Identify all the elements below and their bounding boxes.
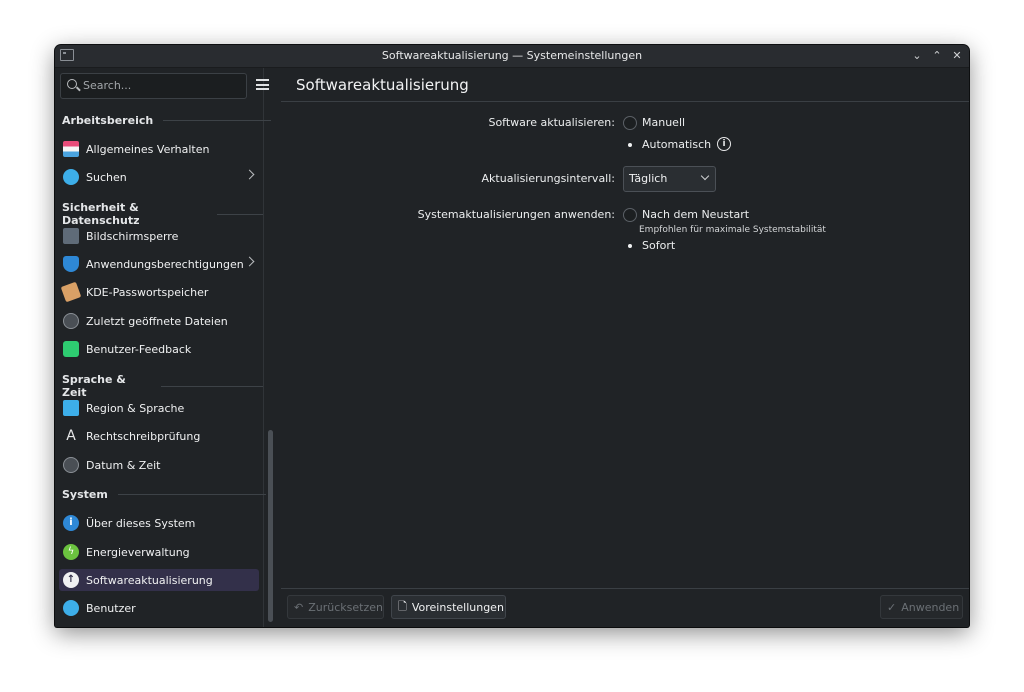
apply-updates-label: Systemaktualisierungen anwenden:: [417, 208, 615, 221]
sidebar-item-label: Region & Sprache: [86, 401, 185, 415]
sidebar-item-power[interactable]: ϟ Energieverwaltung: [59, 541, 259, 563]
clock-icon: [63, 313, 79, 329]
section-security: Sicherheit & Datenschutz: [62, 201, 263, 227]
sidebar-item-screen-lock[interactable]: Bildschirmsperre: [59, 225, 259, 247]
sidebar-item-label: Anwendungsberechtigungen: [86, 257, 244, 271]
section-divider: [117, 494, 266, 495]
title-divider: [281, 101, 969, 102]
radio-manual[interactable]: [623, 116, 637, 130]
sidebar-item-label: Bildschirmsperre: [86, 229, 179, 243]
reset-button-label: Zurücksetzen: [308, 600, 383, 614]
feedback-icon: [63, 341, 79, 357]
after-reboot-hint: Empfohlen für maximale Systemstabilität: [639, 225, 826, 235]
interval-label: Aktualisierungsintervall:: [481, 172, 615, 185]
update-icon: ↑: [63, 572, 79, 588]
general-behavior-icon: [63, 141, 79, 157]
search-app-icon: [63, 169, 79, 185]
search-input[interactable]: [83, 77, 233, 93]
undo-icon: ↶: [294, 600, 304, 614]
minimize-icon[interactable]: ⌄: [909, 48, 925, 64]
maximize-icon[interactable]: ⌃: [929, 48, 945, 64]
sidebar-item-search[interactable]: Suchen: [59, 166, 259, 188]
section-system: System: [62, 488, 266, 501]
sidebar-scrollbar[interactable]: [268, 430, 273, 622]
sidebar-item-label: Zuletzt geöffnete Dateien: [86, 314, 228, 328]
option-after-reboot[interactable]: Nach dem Neustart: [642, 208, 749, 221]
radio-automatic-selected[interactable]: [628, 143, 632, 147]
chevron-right-icon: [244, 256, 255, 267]
interval-value: Täglich: [629, 172, 668, 185]
section-divider: [160, 385, 263, 387]
sidebar-item-users[interactable]: Benutzer: [59, 597, 259, 619]
sidebar-item-about-system[interactable]: i Über dieses System: [59, 512, 259, 534]
document-icon: 🗋: [398, 599, 407, 613]
sidebar-item-user-feedback[interactable]: Benutzer-Feedback: [59, 338, 259, 360]
screen-lock-icon: [63, 228, 79, 244]
sidebar-item-label: KDE-Passwortspeicher: [86, 285, 209, 299]
sidebar-item-label: Über dieses System: [86, 516, 196, 530]
sidebar-item-label: Datum & Zeit: [86, 458, 161, 472]
chevron-right-icon: [244, 169, 255, 180]
defaults-button-label: Voreinstellungen: [411, 600, 504, 614]
radio-after-reboot[interactable]: [623, 208, 637, 222]
section-divider: [163, 120, 272, 121]
sidebar-item-region[interactable]: Region & Sprache: [59, 397, 259, 419]
sidebar-list: Arbeitsbereich Allgemeines Verhalten Suc…: [55, 104, 272, 627]
sidebar-item-recent-files[interactable]: Zuletzt geöffnete Dateien: [59, 310, 259, 332]
footer-divider: [281, 588, 969, 589]
close-icon[interactable]: ✕: [949, 48, 965, 64]
checkmark-icon: ✓: [887, 600, 897, 614]
search-icon: [67, 79, 77, 89]
interval-combobox[interactable]: Täglich: [623, 166, 716, 192]
power-icon: ϟ: [63, 544, 79, 560]
shield-icon: [63, 256, 79, 272]
wallet-icon: [60, 281, 82, 303]
search-field[interactable]: [60, 73, 247, 99]
section-language-time: Sprache & Zeit: [62, 373, 263, 399]
reset-button[interactable]: ↶ Zurücksetzen: [287, 595, 384, 619]
section-title: System: [62, 488, 108, 501]
page-title: Softwareaktualisierung: [296, 76, 469, 94]
main-content: Softwareaktualisierung Software aktualis…: [281, 68, 969, 627]
sidebar-item-app-permissions[interactable]: Anwendungsberechtigungen: [59, 253, 259, 275]
section-title: Sprache & Zeit: [62, 373, 126, 399]
users-icon: [63, 600, 79, 616]
section-title: Sicherheit & Datenschutz: [62, 201, 140, 227]
sidebar: Arbeitsbereich Allgemeines Verhalten Suc…: [55, 68, 273, 627]
apply-button[interactable]: ✓ Anwenden: [880, 595, 963, 619]
sidebar-item-label: Softwareaktualisierung: [86, 573, 213, 587]
option-manual[interactable]: Manuell: [642, 116, 685, 129]
sidebar-item-label: Rechtschreibprüfung: [86, 429, 201, 443]
chevron-down-icon: [700, 171, 710, 181]
region-icon: [63, 400, 79, 416]
radio-immediately-selected[interactable]: [628, 244, 632, 248]
info-icon[interactable]: i: [717, 137, 731, 151]
settings-window: Softwareaktualisierung — Systemeinstellu…: [55, 45, 969, 627]
window-title: Softwareaktualisierung — Systemeinstellu…: [381, 49, 643, 62]
option-immediately[interactable]: Sofort: [642, 239, 675, 252]
sidebar-item-label: Benutzer-Feedback: [86, 342, 192, 356]
hamburger-menu-icon[interactable]: [256, 79, 269, 90]
section-title: Arbeitsbereich: [62, 114, 154, 127]
sidebar-item-date-time[interactable]: Datum & Zeit: [59, 454, 259, 476]
sidebar-item-spellcheck[interactable]: A Rechtschreibprüfung: [59, 425, 259, 447]
sidebar-item-software-update[interactable]: ↑ Softwareaktualisierung: [59, 569, 259, 591]
update-mode-label: Software aktualisieren:: [488, 116, 615, 129]
sidebar-item-general-behavior[interactable]: Allgemeines Verhalten: [59, 138, 259, 160]
clock-icon: [63, 457, 79, 473]
info-icon: i: [63, 515, 79, 531]
section-arbeitsbereich: Arbeitsbereich: [62, 114, 272, 127]
defaults-button[interactable]: 🗋 Voreinstellungen: [391, 595, 506, 619]
sidebar-item-label: Energieverwaltung: [86, 545, 190, 559]
title-bar[interactable]: Softwareaktualisierung — Systemeinstellu…: [55, 45, 969, 68]
sidebar-item-label: Allgemeines Verhalten: [86, 142, 210, 156]
spellcheck-icon: A: [66, 428, 76, 444]
apply-button-label: Anwenden: [901, 600, 960, 614]
sidebar-item-wallet[interactable]: KDE-Passwortspeicher: [59, 281, 259, 303]
sidebar-item-label: Benutzer: [86, 601, 136, 615]
sidebar-item-label: Suchen: [86, 170, 127, 184]
option-automatic[interactable]: Automatisch: [642, 138, 711, 151]
section-divider: [217, 213, 263, 215]
